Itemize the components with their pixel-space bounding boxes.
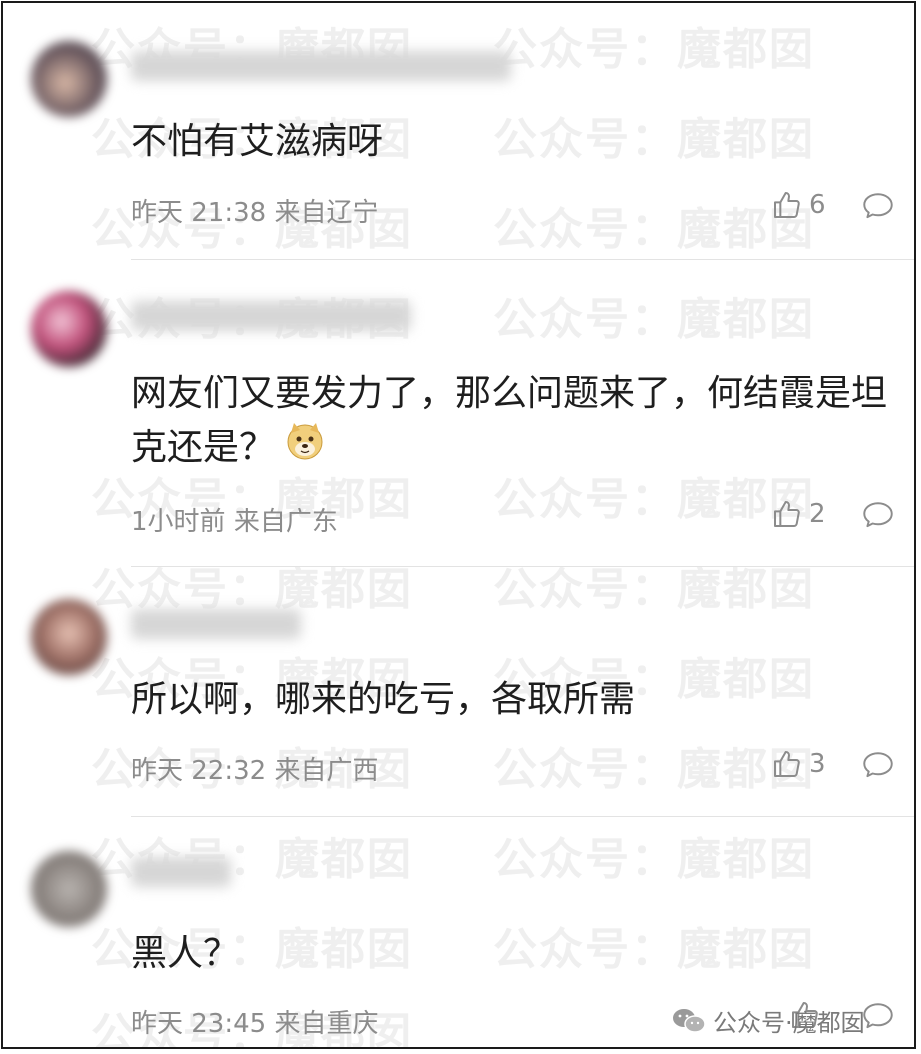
comment-text-content: 网友们又要发力了，那么问题来了，何结霞是坦克还是？ <box>131 373 888 468</box>
comment-time: 昨天 23:45 <box>131 1009 267 1039</box>
comment-location: 来自辽宁 <box>274 198 379 228</box>
comment-location: 来自广西 <box>274 756 379 786</box>
like-button[interactable]: 2 <box>771 498 826 530</box>
wechat-icon <box>673 1008 706 1033</box>
reply-button[interactable] <box>861 1000 895 1036</box>
comment-bubble-icon <box>863 502 893 528</box>
comment-text: 所以啊，哪来的吃亏，各取所需 <box>131 679 636 720</box>
comment-bubble-icon <box>863 193 893 219</box>
comment-time: 昨天 22:32 <box>131 756 267 786</box>
like-count: 2 <box>809 499 826 529</box>
username-blurred[interactable] <box>131 609 301 639</box>
avatar[interactable] <box>31 851 107 927</box>
source-badge-text: 公众号·魔都囡 <box>713 1009 865 1037</box>
comment-time: 1小时前 <box>131 507 226 537</box>
comment-item: 网友们又要发力了，那么问题来了，何结霞是坦克还是？ 1小时前 来自广东 2 <box>3 261 914 567</box>
comment-text: 不怕有艾滋病呀 <box>131 121 384 162</box>
divider <box>131 259 914 260</box>
comment-panel: 公众号：魔都囡 公众号：魔都囡 公众号：魔都囡 公众号：魔都囡 公众号：魔都囡 … <box>1 1 916 1049</box>
comment-item: 所以啊，哪来的吃亏，各取所需 昨天 22:32 来自广西 3 <box>3 567 914 817</box>
comment-location: 来自广东 <box>233 507 338 537</box>
username-blurred[interactable] <box>131 857 231 887</box>
comment-location: 来自重庆 <box>274 1009 379 1039</box>
like-button[interactable]: 3 <box>771 748 826 780</box>
avatar[interactable] <box>31 599 107 675</box>
source-badge: 公众号·魔都囡 <box>671 1003 865 1038</box>
like-count: 6 <box>809 190 826 220</box>
like-count: 3 <box>809 749 826 779</box>
thumbs-up-icon <box>774 501 800 527</box>
comment-meta: 昨天 23:45 来自重庆 <box>131 1003 378 1040</box>
comment-bubble-icon <box>863 752 893 778</box>
thumbs-up-icon <box>774 192 800 218</box>
comment-time: 昨天 21:38 <box>131 198 267 228</box>
avatar[interactable] <box>31 291 107 367</box>
comment-bubble-icon <box>863 1003 893 1029</box>
doge-emoji <box>285 421 325 477</box>
username-blurred[interactable] <box>131 301 411 331</box>
reply-button[interactable] <box>861 190 895 226</box>
comment-text: 黑人？ <box>131 933 240 974</box>
reply-button[interactable] <box>861 749 895 785</box>
comment-meta: 1小时前 来自广东 <box>131 501 338 538</box>
username-blurred[interactable] <box>131 51 511 81</box>
thumbs-up-icon <box>774 751 800 777</box>
comment-text: 网友们又要发力了，那么问题来了，何结霞是坦克还是？ <box>131 367 901 477</box>
reply-button[interactable] <box>861 499 895 535</box>
avatar[interactable] <box>31 41 107 117</box>
comment-meta: 昨天 21:38 来自辽宁 <box>131 192 378 229</box>
like-button[interactable]: 6 <box>771 189 826 221</box>
comment-item: 不怕有艾滋病呀 昨天 21:38 来自辽宁 6 <box>3 3 914 261</box>
comment-meta: 昨天 22:32 来自广西 <box>131 750 378 787</box>
